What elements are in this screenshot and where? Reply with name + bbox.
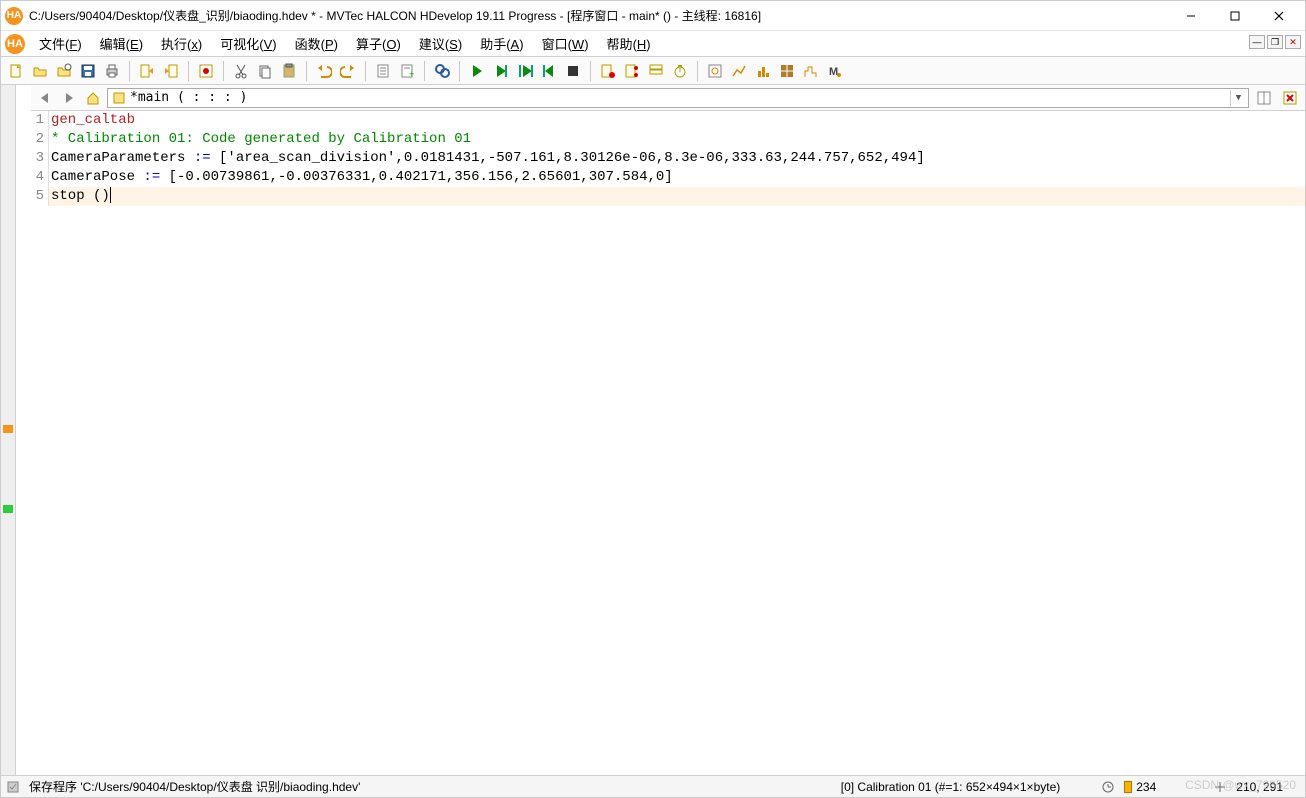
menu-window[interactable]: 窗口(W) xyxy=(534,31,597,56)
export-icon[interactable] xyxy=(136,60,158,82)
code-text[interactable]: gen_caltab xyxy=(48,111,1305,130)
dock-marker-orange xyxy=(3,425,13,433)
left-dock xyxy=(1,85,16,775)
copy-icon[interactable] xyxy=(254,60,276,82)
status-info: [0] Calibration 01 (#=1: 652×494×1×byte) xyxy=(841,780,1061,794)
line-plot-icon[interactable] xyxy=(728,60,750,82)
menu-operator[interactable]: 算子(O) xyxy=(348,31,409,56)
mdi-close-button[interactable]: ✕ xyxy=(1285,35,1301,49)
menu-help[interactable]: 帮助(H) xyxy=(599,31,659,56)
menu-file[interactable]: 文件(F) xyxy=(31,31,90,56)
grid-plot-icon[interactable] xyxy=(776,60,798,82)
timer-icon[interactable] xyxy=(669,60,691,82)
open-file-icon[interactable] xyxy=(29,60,51,82)
stop-icon[interactable] xyxy=(562,60,584,82)
code-text[interactable]: CameraPose := [-0.00739861,-0.00376331,0… xyxy=(48,168,1305,187)
gutter-line-number: 2 xyxy=(16,130,48,149)
save-icon[interactable] xyxy=(77,60,99,82)
cursor-icon xyxy=(1212,779,1228,795)
svg-text:M: M xyxy=(829,66,838,78)
paste-icon[interactable] xyxy=(278,60,300,82)
mdi-restore-button[interactable]: ❐ xyxy=(1267,35,1283,49)
mdi-minimize-button[interactable]: — xyxy=(1249,35,1265,49)
nav-forward-icon[interactable] xyxy=(59,88,79,108)
procedure-combo-text: *main ( : : : ) xyxy=(130,90,247,105)
gutter-line-number: 5▶ xyxy=(16,187,48,206)
step-out-icon[interactable] xyxy=(538,60,560,82)
minimize-button[interactable] xyxy=(1169,2,1213,30)
import-icon[interactable] xyxy=(160,60,182,82)
code-editor[interactable]: 1gen_caltab2* Calibration 01: Code gener… xyxy=(16,111,1305,775)
clock-icon xyxy=(1100,779,1116,795)
toggle-split-icon[interactable] xyxy=(1253,87,1275,109)
doc-add-icon[interactable]: + xyxy=(396,60,418,82)
gutter-line-number: 1 xyxy=(16,111,48,130)
status-save-icon xyxy=(5,779,21,795)
histogram-icon[interactable] xyxy=(800,60,822,82)
callstack-icon[interactable] xyxy=(645,60,667,82)
book-icon xyxy=(112,91,126,105)
chevron-down-icon[interactable]: ▼ xyxy=(1230,90,1246,106)
menu-function[interactable]: 函数(P) xyxy=(287,31,346,56)
code-line[interactable]: 4CameraPose := [-0.00739861,-0.00376331,… xyxy=(16,168,1305,187)
code-line[interactable]: 1gen_caltab xyxy=(16,111,1305,130)
memory-indicator: 234 xyxy=(1124,780,1156,794)
code-text[interactable]: CameraParameters := ['area_scan_division… xyxy=(48,149,1305,168)
code-line[interactable]: 2* Calibration 01: Code generated by Cal… xyxy=(16,130,1305,149)
step-over-icon[interactable] xyxy=(490,60,512,82)
gutter-line-number: 3➔ xyxy=(16,149,48,168)
step-into-icon[interactable] xyxy=(514,60,536,82)
breakpoint-add-icon[interactable] xyxy=(597,60,619,82)
new-file-icon[interactable] xyxy=(5,60,27,82)
window-title: C:/Users/90404/Desktop/仪表盘_识别/biaoding.h… xyxy=(29,7,1169,24)
open-recent-icon[interactable] xyxy=(53,60,75,82)
undo-icon[interactable] xyxy=(313,60,335,82)
home-icon[interactable] xyxy=(83,88,103,108)
find-icon[interactable] xyxy=(431,60,453,82)
app-icon-small: HA xyxy=(5,34,25,54)
maximize-button[interactable] xyxy=(1213,2,1257,30)
zoom-region-icon[interactable] xyxy=(704,60,726,82)
match-icon[interactable]: M xyxy=(824,60,846,82)
status-message: 保存程序 'C:/Users/90404/Desktop/仪表盘 识别/biao… xyxy=(29,778,360,795)
bar-plot-icon[interactable] xyxy=(752,60,774,82)
app-icon: HA xyxy=(5,7,23,25)
redo-icon[interactable] xyxy=(337,60,359,82)
code-text[interactable]: * Calibration 01: Code generated by Cali… xyxy=(48,130,1305,149)
gutter-line-number: 4 xyxy=(16,168,48,187)
menu-execute[interactable]: 执行(x) xyxy=(153,31,210,56)
run-icon[interactable] xyxy=(466,60,488,82)
menu-suggest[interactable]: 建议(S) xyxy=(411,31,470,56)
dock-marker-green xyxy=(3,505,13,513)
menu-assist[interactable]: 助手(A) xyxy=(472,31,531,56)
doc-icon[interactable] xyxy=(372,60,394,82)
print-icon[interactable] xyxy=(101,60,123,82)
cut-icon[interactable] xyxy=(230,60,252,82)
memory-bar-icon xyxy=(1124,781,1132,793)
close-editor-icon[interactable] xyxy=(1279,87,1301,109)
code-line[interactable]: 3➔CameraParameters := ['area_scan_divisi… xyxy=(16,149,1305,168)
cursor-position: 210, 291 xyxy=(1236,780,1283,794)
code-line[interactable]: 5▶stop () xyxy=(16,187,1305,206)
record-icon[interactable] xyxy=(195,60,217,82)
breakpoint-list-icon[interactable] xyxy=(621,60,643,82)
memory-value: 234 xyxy=(1136,780,1156,794)
code-text[interactable]: stop () xyxy=(48,187,1305,206)
svg-text:+: + xyxy=(409,69,414,79)
close-button[interactable] xyxy=(1257,2,1301,30)
procedure-combo[interactable]: *main ( : : : ) ▼ xyxy=(107,88,1249,108)
menu-edit[interactable]: 编辑(E) xyxy=(92,31,151,56)
menu-visualize[interactable]: 可视化(V) xyxy=(212,31,284,56)
nav-back-icon[interactable] xyxy=(35,88,55,108)
